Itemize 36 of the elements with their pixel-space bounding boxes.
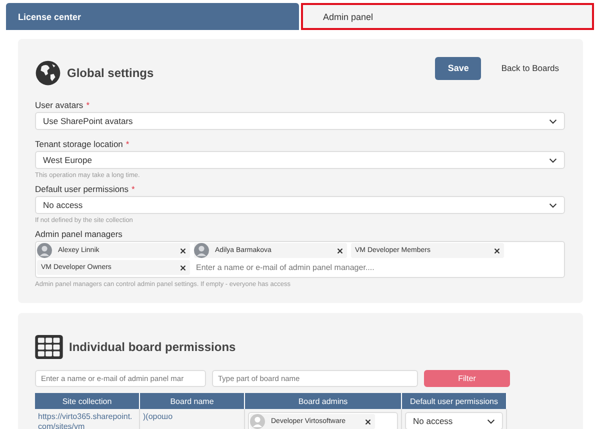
required-mark: *	[86, 100, 90, 110]
field-label: Admin panel managers	[35, 229, 122, 239]
field-label: User avatars	[35, 100, 84, 110]
dropdown[interactable]: West Europe	[35, 151, 565, 169]
close-icon[interactable]	[180, 248, 186, 254]
dropdown[interactable]: No access	[35, 196, 565, 214]
column-header: Site collection	[35, 393, 140, 409]
required-mark: *	[132, 184, 135, 194]
dropdown[interactable]: No access	[405, 412, 503, 429]
required-mark: *	[126, 139, 130, 149]
tab[interactable]: License center	[6, 3, 299, 30]
column-header: Board name	[140, 393, 244, 409]
avatar-icon	[250, 414, 265, 429]
globe-icon	[35, 60, 61, 86]
close-icon[interactable]	[365, 418, 371, 424]
avatar-icon	[194, 243, 209, 258]
board-link[interactable]: )(орошо	[143, 412, 241, 422]
table-icon	[35, 335, 63, 359]
close-icon[interactable]	[494, 248, 500, 254]
chevron-down-icon	[549, 158, 557, 162]
section-title: Individual board permissions	[69, 340, 236, 354]
chevron-down-icon	[487, 418, 495, 424]
save-button[interactable]: Save	[435, 56, 482, 80]
field-label: Tenant storage location	[35, 139, 123, 149]
dropdown[interactable]: Use SharePoint avatars	[35, 112, 565, 130]
column-header: Default user permissions	[402, 393, 506, 409]
close-icon[interactable]	[180, 264, 186, 270]
close-icon[interactable]	[337, 248, 343, 254]
avatar-icon	[37, 243, 52, 258]
back-to-boards-link[interactable]: Back to Boards	[501, 63, 559, 73]
tab[interactable]: Admin panel	[301, 3, 594, 30]
chevron-down-icon	[549, 202, 557, 208]
chevron-down-icon	[549, 118, 557, 124]
section-title: Global settings	[67, 66, 154, 80]
field-label: Default user permissions	[35, 184, 129, 194]
column-header: Board admins	[244, 393, 402, 409]
